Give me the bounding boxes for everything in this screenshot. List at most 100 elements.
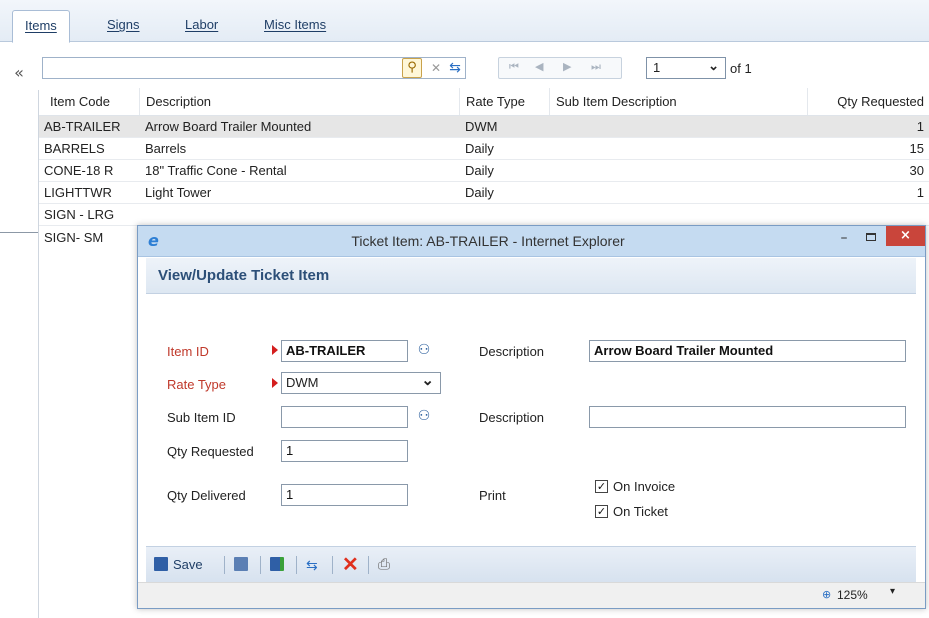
tab-labor[interactable]: Labor bbox=[173, 10, 230, 42]
save-close-button[interactable] bbox=[234, 547, 248, 583]
panel-line bbox=[0, 232, 38, 233]
zoom-level[interactable]: 125% bbox=[837, 588, 868, 602]
item-id-input[interactable]: AB-TRAILER bbox=[281, 340, 408, 362]
close-button[interactable]: × bbox=[886, 226, 925, 246]
qty-delivered-input[interactable]: 1 bbox=[281, 484, 408, 506]
col-description[interactable]: Description bbox=[139, 88, 211, 115]
double-chevron-left-icon: « bbox=[14, 63, 24, 82]
tab-signs[interactable]: Signs bbox=[95, 10, 152, 42]
x-icon[interactable]: ✕ bbox=[427, 59, 445, 77]
form-header: View/Update Ticket Item bbox=[146, 258, 916, 294]
prev-page-icon[interactable]: ◀ bbox=[535, 60, 543, 73]
window-titlebar[interactable]: e Ticket Item: AB-TRAILER - Internet Exp… bbox=[138, 226, 925, 257]
print-button[interactable]: ⎙ bbox=[378, 547, 390, 583]
save-new-button[interactable] bbox=[270, 547, 284, 583]
cell-qty: 15 bbox=[909, 141, 924, 156]
minimize-button[interactable]: – bbox=[833, 230, 855, 248]
qty-requested-input[interactable]: 1 bbox=[281, 440, 408, 462]
print-label: Print bbox=[479, 488, 506, 503]
col-qty-requested[interactable]: Qty Requested bbox=[807, 88, 924, 115]
sub-item-id-label: Sub Item ID bbox=[167, 410, 236, 425]
cell-description: Arrow Board Trailer Mounted bbox=[145, 119, 312, 134]
cell-code: BARRELS bbox=[44, 141, 105, 156]
cell-code: LIGHTTWR bbox=[44, 185, 112, 200]
next-page-icon[interactable]: ▶ bbox=[563, 60, 571, 73]
cell-code: AB-TRAILER bbox=[44, 119, 121, 134]
item-id-label: Item ID bbox=[167, 344, 209, 359]
table-row[interactable]: SIGN - LRG bbox=[39, 204, 929, 226]
printer-icon: ⎙ bbox=[378, 556, 391, 573]
toolbar-separator bbox=[260, 556, 261, 574]
chevron-down-icon: ⌄ bbox=[421, 372, 434, 389]
items-grid: Item Code Description Rate Type Sub Item… bbox=[39, 88, 929, 248]
tab-misc-items[interactable]: Misc Items bbox=[252, 10, 338, 42]
window-title: Ticket Item: AB-TRAILER - Internet Explo… bbox=[351, 233, 625, 249]
required-marker-icon bbox=[272, 378, 278, 388]
table-row[interactable]: CONE-18 R 18" Traffic Cone - Rental Dail… bbox=[39, 160, 929, 182]
collapse-panel-button[interactable]: « bbox=[0, 42, 38, 90]
floppy-disk-icon bbox=[154, 557, 168, 571]
status-bar: ⊕ 125% ▾ bbox=[138, 582, 925, 608]
cell-rate-type: Daily bbox=[465, 185, 494, 200]
toolbar-separator bbox=[368, 556, 369, 574]
zoom-dropdown-icon[interactable]: ▾ bbox=[890, 586, 895, 597]
cell-code: CONE-18 R bbox=[44, 163, 114, 178]
description-input[interactable]: Arrow Board Trailer Mounted bbox=[589, 340, 906, 362]
binoculars-icon[interactable]: ⚇ bbox=[413, 406, 435, 426]
page-select[interactable]: 1 ⌄ bbox=[646, 57, 726, 79]
sub-item-id-input[interactable] bbox=[281, 406, 408, 428]
refresh-arrows-icon[interactable]: ⇆ bbox=[444, 57, 466, 79]
table-row[interactable]: BARRELS Barrels Daily 15 bbox=[39, 138, 929, 160]
on-ticket-checkbox[interactable]: ✓ bbox=[595, 505, 608, 518]
sub-description-input[interactable] bbox=[589, 406, 906, 428]
page-of-label: of 1 bbox=[730, 61, 752, 76]
rate-type-select[interactable]: DWM ⌄ bbox=[281, 372, 441, 394]
tab-items[interactable]: Items bbox=[12, 10, 70, 43]
last-page-icon[interactable]: ⏭ bbox=[591, 60, 601, 74]
col-rate-type[interactable]: Rate Type bbox=[459, 88, 525, 115]
table-row[interactable]: LIGHTTWR Light Tower Daily 1 bbox=[39, 182, 929, 204]
magnifier-icon[interactable]: ⚲ bbox=[402, 58, 422, 78]
first-page-icon[interactable]: ⏮ bbox=[509, 60, 519, 74]
ticket-item-window: e Ticket Item: AB-TRAILER - Internet Exp… bbox=[137, 225, 926, 609]
sub-description-label: Description bbox=[479, 410, 545, 425]
delete-button[interactable]: ✕ bbox=[342, 547, 359, 583]
cell-description: Light Tower bbox=[145, 185, 212, 200]
cell-code: SIGN- SM bbox=[44, 229, 104, 245]
maximize-icon bbox=[866, 233, 876, 241]
cell-description: 18" Traffic Cone - Rental bbox=[145, 163, 287, 178]
cell-rate-type: Daily bbox=[465, 163, 494, 178]
refresh-arrows-icon: ⇆ bbox=[306, 557, 318, 573]
red-x-icon: ✕ bbox=[342, 554, 359, 576]
table-row[interactable]: AB-TRAILER Arrow Board Trailer Mounted D… bbox=[39, 116, 929, 138]
save-close-icon bbox=[234, 557, 248, 571]
save-label: Save bbox=[173, 557, 203, 572]
qty-requested-label: Qty Requested bbox=[167, 444, 254, 459]
cell-code: SIGN - LRG bbox=[44, 207, 115, 222]
pager: ⏮ ◀ ▶ ⏭ bbox=[498, 57, 622, 79]
rate-type-value: DWM bbox=[286, 375, 319, 390]
on-ticket-label: On Ticket bbox=[613, 504, 668, 519]
chevron-down-icon: ⌄ bbox=[708, 58, 719, 73]
page-current: 1 bbox=[653, 60, 661, 75]
cell-qty: 1 bbox=[916, 119, 924, 134]
refresh-button[interactable]: ⇆ bbox=[306, 547, 318, 583]
cell-description: Barrels bbox=[145, 141, 187, 156]
save-button[interactable]: Save bbox=[154, 547, 203, 583]
toolbar-separator bbox=[296, 556, 297, 574]
toolbar-separator bbox=[332, 556, 333, 574]
description-label: Description bbox=[479, 344, 545, 359]
zoom-icon: ⊕ bbox=[822, 588, 832, 601]
cell-rate-type: Daily bbox=[465, 141, 494, 156]
cell-rate-type: DWM bbox=[465, 119, 498, 134]
save-new-icon bbox=[270, 557, 284, 571]
binoculars-icon[interactable]: ⚇ bbox=[413, 340, 435, 360]
col-item-code[interactable]: Item Code bbox=[44, 88, 110, 115]
maximize-button[interactable] bbox=[860, 230, 882, 248]
toolbar-separator bbox=[224, 556, 225, 574]
on-invoice-checkbox[interactable]: ✓ bbox=[595, 480, 608, 493]
cell-qty: 30 bbox=[909, 163, 924, 178]
required-marker-icon bbox=[272, 345, 278, 355]
grid-header: Item Code Description Rate Type Sub Item… bbox=[39, 88, 929, 116]
col-sub-item-description[interactable]: Sub Item Description bbox=[549, 88, 677, 115]
